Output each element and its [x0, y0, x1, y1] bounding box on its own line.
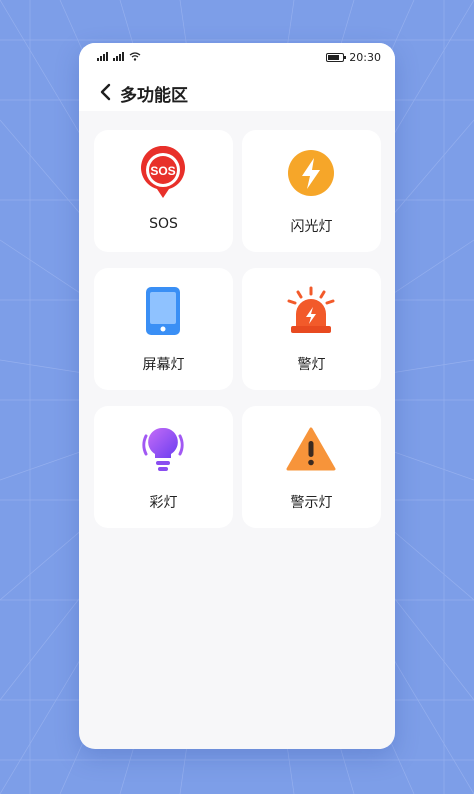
page-header: 多功能区 [79, 73, 395, 111]
feature-card-screen-light[interactable]: 屏幕灯 [94, 268, 233, 390]
signal-icon [113, 52, 124, 61]
feature-label-police-light: 警灯 [297, 357, 326, 373]
feature-label-colorful-light: 彩灯 [149, 495, 178, 511]
sos-icon: SOS [141, 146, 185, 198]
phone-screen: 20:30 多功能区 SOS SOS 闪光灯 屏幕灯 警灯 彩灯 警示灯 [79, 43, 395, 749]
page-title: 多功能区 [120, 86, 188, 106]
feature-card-police-light[interactable]: 警灯 [242, 268, 381, 390]
status-left [97, 52, 141, 61]
battery-level [328, 55, 340, 60]
feature-card-sos[interactable]: SOS SOS [94, 130, 233, 252]
warning-icon [286, 427, 336, 471]
signal-icon [97, 52, 108, 61]
status-time: 20:30 [349, 51, 381, 64]
feature-card-flashlight[interactable]: 闪光灯 [242, 130, 381, 252]
flash-icon [288, 150, 334, 196]
status-right: 20:30 [326, 51, 381, 64]
colorful-bulb-icon [142, 427, 184, 471]
feature-label-screen-light: 屏幕灯 [142, 357, 185, 373]
feature-card-warning-light[interactable]: 警示灯 [242, 406, 381, 528]
wifi-icon [129, 52, 141, 61]
chevron-left-icon[interactable] [97, 82, 115, 102]
feature-label-warning-light: 警示灯 [290, 495, 333, 511]
feature-label-flashlight: 闪光灯 [290, 219, 333, 235]
svg-text:SOS: SOS [150, 164, 175, 178]
feature-card-colorful-light[interactable]: 彩灯 [94, 406, 233, 528]
battery-icon [326, 53, 347, 62]
phone-screen-icon [146, 287, 180, 335]
feature-label-sos: SOS [149, 216, 178, 232]
feature-grid: SOS SOS 闪光灯 屏幕灯 警灯 彩灯 警示灯 [94, 130, 381, 528]
alarm-light-icon [287, 286, 335, 333]
status-bar: 20:30 [79, 43, 395, 73]
